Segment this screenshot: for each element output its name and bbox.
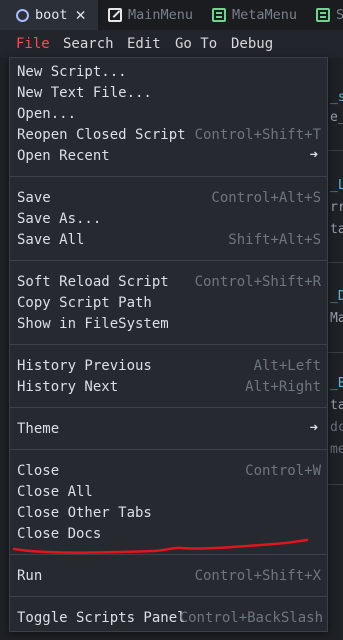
menu-item-label: New Text File... bbox=[17, 85, 152, 101]
code-fragment: _B bbox=[330, 376, 343, 391]
menu-item-close[interactable]: Close Control+W bbox=[10, 462, 327, 483]
tab-label: S bbox=[336, 7, 343, 23]
menu-item-label: Save As... bbox=[17, 211, 102, 227]
menu-item-soft-reload-script[interactable]: Soft Reload Script Control+Shift+R bbox=[10, 273, 327, 294]
tab-label: boot bbox=[35, 7, 68, 23]
menu-item-history-next[interactable]: History Next Alt+Right bbox=[10, 378, 327, 399]
edit-script-icon bbox=[108, 8, 122, 22]
shortcut-label: Control+BackSlash bbox=[179, 610, 323, 626]
menu-item-label: History Next bbox=[17, 379, 119, 395]
tab-label: MetaMenu bbox=[232, 7, 298, 23]
shortcut-label: Control+Shift+X bbox=[194, 568, 321, 584]
menu-item-label: Open Recent bbox=[17, 148, 110, 164]
menu-item-open[interactable]: Open... bbox=[10, 105, 327, 126]
tab-boot[interactable]: boot ✕ bbox=[0, 0, 98, 30]
menu-separator bbox=[10, 260, 327, 261]
menu-item-run[interactable]: Run Control+Shift+X bbox=[10, 567, 327, 588]
submenu-arrow-icon: ➜ bbox=[309, 147, 318, 163]
shortcut-label: Control+Alt+S bbox=[211, 190, 321, 206]
script-circle-icon bbox=[16, 8, 29, 22]
menu-item-copy-script-path[interactable]: Copy Script Path bbox=[10, 294, 327, 315]
menu-item-label: New Script... bbox=[17, 64, 127, 80]
menu-item-toggle-scripts-panel[interactable]: Toggle Scripts Panel Control+BackSlash bbox=[10, 609, 327, 630]
menu-bar: File Search Edit Go To Debug bbox=[0, 30, 343, 58]
menu-item-label: Close All bbox=[17, 484, 93, 500]
menu-search[interactable]: Search bbox=[63, 36, 114, 52]
menu-separator bbox=[10, 407, 327, 408]
menu-item-label: Reopen Closed Script bbox=[17, 127, 186, 143]
red-annotation-stroke bbox=[12, 538, 309, 554]
menu-item-save-all[interactable]: Save All Shift+Alt+S bbox=[10, 231, 327, 252]
menu-item-new-script[interactable]: New Script... bbox=[10, 63, 327, 84]
code-fragment: dc bbox=[330, 420, 343, 435]
tab-s[interactable]: S bbox=[316, 0, 343, 30]
submenu-arrow-icon: ➜ bbox=[309, 420, 318, 436]
menu-separator bbox=[10, 596, 327, 597]
menu-item-label: Soft Reload Script bbox=[17, 274, 169, 290]
menu-item-theme[interactable]: Theme ➜ bbox=[10, 420, 327, 441]
menu-item-label: Open... bbox=[17, 106, 77, 122]
shortcut-label: Control+W bbox=[245, 463, 321, 479]
menu-item-close-all[interactable]: Close All bbox=[10, 483, 327, 504]
code-fragment: _D bbox=[330, 289, 343, 304]
code-fragment: _L bbox=[330, 178, 343, 193]
tab-metamenu[interactable]: MetaMenu bbox=[212, 0, 297, 30]
menu-item-reopen-closed-script[interactable]: Reopen Closed Script Control+Shift+T bbox=[10, 126, 327, 147]
menu-item-new-text-file[interactable]: New Text File... bbox=[10, 84, 327, 105]
menu-item-label: Save All bbox=[17, 232, 85, 248]
menu-item-label: Copy Script Path bbox=[17, 295, 152, 311]
menu-file[interactable]: File bbox=[16, 36, 50, 52]
menu-goto[interactable]: Go To bbox=[175, 36, 217, 52]
code-fragment: ta bbox=[330, 222, 343, 237]
menu-item-label: Close Other Tabs bbox=[17, 505, 152, 521]
menu-item-show-in-filesystem[interactable]: Show in FileSystem bbox=[10, 315, 327, 336]
menu-item-label: Theme bbox=[17, 421, 60, 437]
menu-item-save[interactable]: Save Control+Alt+S bbox=[10, 189, 327, 210]
shortcut-label: Control+Shift+T bbox=[194, 127, 321, 143]
menu-separator bbox=[10, 344, 327, 345]
shortcut-label: Alt+Right bbox=[245, 379, 321, 395]
menu-item-label: Close bbox=[17, 463, 60, 479]
doc-icon bbox=[212, 8, 226, 22]
script-tab-bar: boot ✕ MainMenu MetaMenu S bbox=[0, 0, 343, 30]
shortcut-label: Alt+Left bbox=[253, 358, 321, 374]
tab-label: MainMenu bbox=[128, 7, 194, 23]
menu-item-label: Run bbox=[17, 568, 43, 584]
code-fragment: _s bbox=[330, 90, 343, 105]
code-fragment: ta bbox=[330, 398, 343, 413]
menu-item-label: Show in FileSystem bbox=[17, 316, 169, 332]
code-fragment: Ma bbox=[330, 311, 343, 326]
close-icon[interactable]: ✕ bbox=[76, 5, 86, 25]
code-fragment: rr bbox=[330, 200, 343, 215]
code-fragment: e_ bbox=[330, 110, 343, 125]
doc-icon bbox=[316, 8, 330, 22]
shortcut-label: Shift+Alt+S bbox=[228, 232, 321, 248]
tab-mainmenu[interactable]: MainMenu bbox=[108, 0, 193, 30]
menu-item-history-previous[interactable]: History Previous Alt+Left bbox=[10, 357, 327, 378]
menu-separator bbox=[10, 176, 327, 177]
menu-item-open-recent[interactable]: Open Recent ➜ bbox=[10, 147, 327, 168]
menu-separator bbox=[10, 449, 327, 450]
shortcut-label: Control+Shift+R bbox=[194, 274, 321, 290]
menu-item-label: Save bbox=[17, 190, 51, 206]
menu-item-label: Toggle Scripts Panel bbox=[17, 610, 186, 626]
menu-edit[interactable]: Edit bbox=[127, 36, 161, 52]
menu-item-save-as[interactable]: Save As... bbox=[10, 210, 327, 231]
menu-debug[interactable]: Debug bbox=[231, 36, 273, 52]
menu-item-close-other-tabs[interactable]: Close Other Tabs bbox=[10, 504, 327, 525]
code-fragment: me bbox=[330, 442, 343, 457]
menu-item-label: History Previous bbox=[17, 358, 152, 374]
